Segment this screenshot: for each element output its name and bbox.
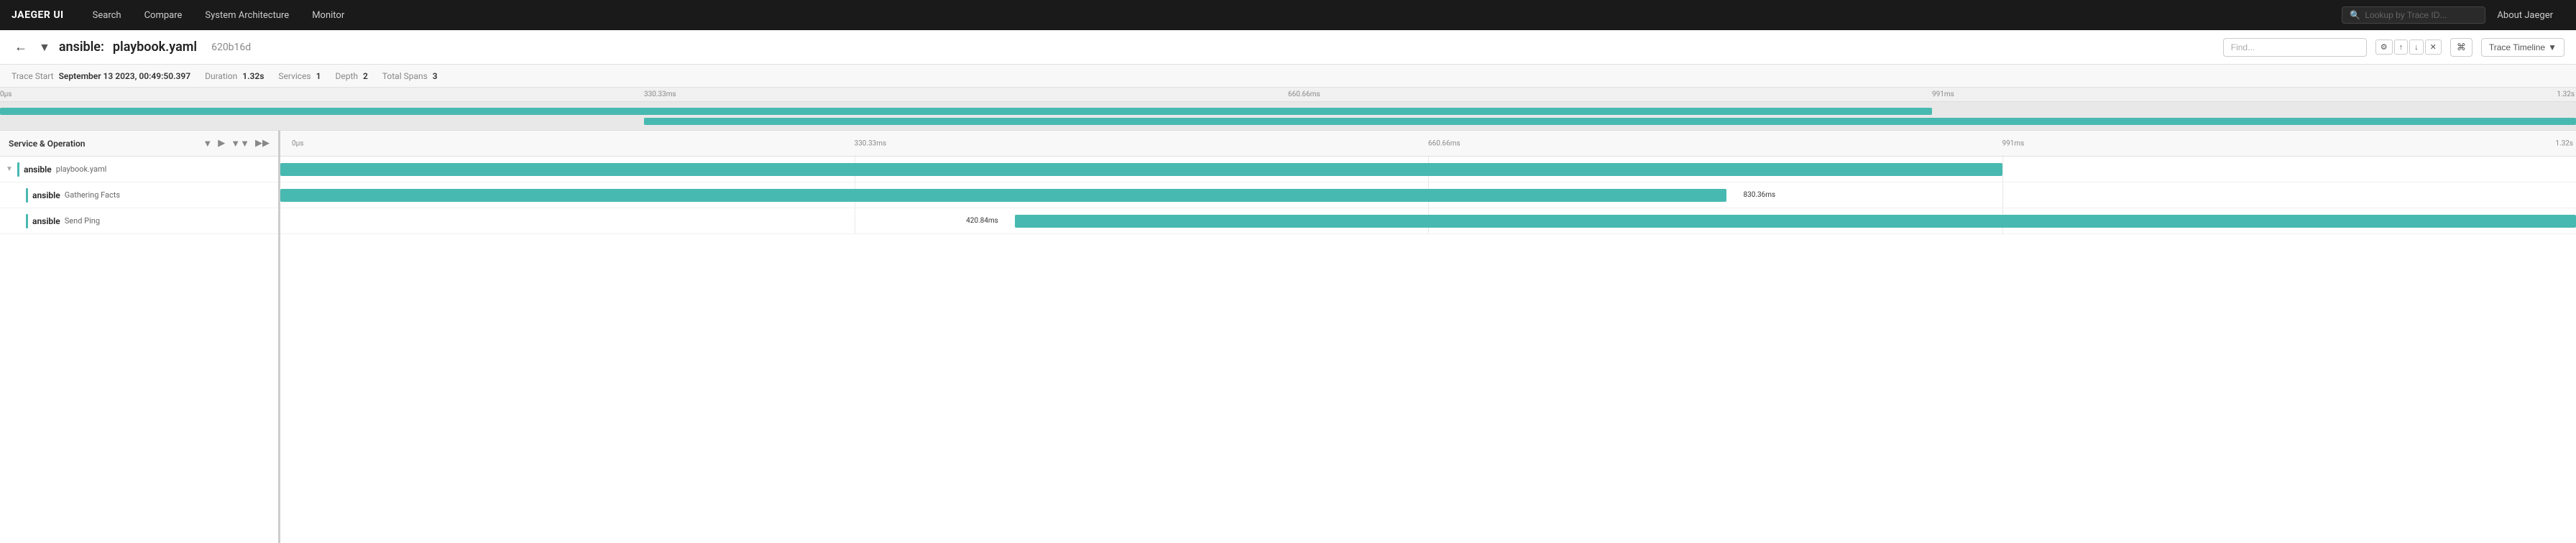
span-service-label: ansible xyxy=(32,216,60,226)
sort-asc-icon[interactable]: ▼ xyxy=(203,138,212,149)
span-operation-label: Gathering Facts xyxy=(65,190,120,200)
ruler-label-2: 660.66ms xyxy=(1288,90,1320,98)
span-color-bar xyxy=(17,162,19,177)
nav-arrows: ⚙ ↑ ↓ ✕ xyxy=(2375,40,2442,55)
collapse-icon[interactable]: ▼ xyxy=(39,40,50,55)
grid-line xyxy=(2002,157,2003,182)
trace-timeline-label: Trace Timeline xyxy=(2489,42,2545,52)
span-duration-label: 830.36ms xyxy=(1744,191,1776,199)
trace-depth: Depth 2 xyxy=(335,71,367,81)
span-color-bar xyxy=(26,214,28,228)
find-input[interactable] xyxy=(2223,38,2367,57)
time-label-3: 991ms xyxy=(2002,139,2025,147)
ruler-label-0: 0μs xyxy=(0,90,12,98)
trace-metadata: Trace Start September 13 2023, 00:49:50.… xyxy=(0,65,2576,88)
right-header: 0μs 330.33ms 660.66ms 991ms 1.32s xyxy=(280,131,2576,157)
span-color-bar xyxy=(26,188,28,203)
trace-duration: Duration 1.32s xyxy=(205,71,264,81)
nav-search[interactable]: Search xyxy=(81,0,133,30)
span-row[interactable]: ▼ ansible playbook.yaml xyxy=(0,157,278,182)
trace-header: ← ▼ ansible: playbook.yaml 620b16d ⚙ ↑ ↓… xyxy=(0,30,2576,65)
back-button[interactable]: ← xyxy=(12,37,30,57)
time-label-0: 0μs xyxy=(292,139,303,147)
span-operation-label: playbook.yaml xyxy=(56,164,107,174)
trace-id-lookup[interactable]: 🔍 xyxy=(2342,6,2485,24)
time-label-1: 330.33ms xyxy=(855,139,887,147)
trace-total-spans: Total Spans 3 xyxy=(382,71,438,81)
keyboard-shortcut-btn[interactable]: ⌘ xyxy=(2450,38,2472,57)
left-panel: Service & Operation ▼ ▶ ▼▼ ▶▶ ▼ ansible … xyxy=(0,131,280,543)
ruler-label-3: 991ms xyxy=(1932,90,1954,98)
time-label-4: 1.32s xyxy=(2555,139,2573,147)
trace-operation-name: playbook.yaml xyxy=(113,40,197,55)
search-icon: 🔍 xyxy=(2350,10,2360,20)
sort-desc-icon[interactable]: ▶ xyxy=(218,138,225,149)
trace-id: 620b16d xyxy=(211,42,251,53)
span-service-label: ansible xyxy=(24,164,52,175)
ruler-label-1: 330.33ms xyxy=(644,90,676,98)
overview-bar-1 xyxy=(644,118,2576,125)
expand-all-icon[interactable]: ▶▶ xyxy=(255,138,270,149)
span-row[interactable]: ansible Gathering Facts xyxy=(0,182,278,208)
keyboard-icon: ⌘ xyxy=(2457,42,2466,53)
prev-match-up[interactable]: ⚙ xyxy=(2375,40,2393,55)
right-span-row[interactable]: 830.36ms xyxy=(280,182,2576,208)
next-match[interactable]: ↓ xyxy=(2409,40,2424,55)
time-label-2: 660.66ms xyxy=(1428,139,1460,147)
left-panel-header: Service & Operation ▼ ▶ ▼▼ ▶▶ xyxy=(0,131,278,157)
collapse-all-icon[interactable]: ▼▼ xyxy=(231,138,249,149)
grid-line xyxy=(2002,182,2003,208)
overview-tracks xyxy=(0,102,2576,131)
close-find[interactable]: ✕ xyxy=(2425,40,2442,55)
nav-monitor[interactable]: Monitor xyxy=(300,0,356,30)
nav-system-architecture[interactable]: System Architecture xyxy=(193,0,300,30)
dropdown-icon: ▼ xyxy=(2548,42,2557,52)
overview-ruler: 0μs 330.33ms 660.66ms 991ms 1.32s xyxy=(0,88,2576,102)
nav-compare[interactable]: Compare xyxy=(133,0,194,30)
timeline-overview[interactable]: 0μs 330.33ms 660.66ms 991ms 1.32s xyxy=(0,88,2576,131)
span-bar xyxy=(280,163,2002,176)
span-row[interactable]: ansible Send Ping xyxy=(0,208,278,234)
span-duration-label: 420.84ms xyxy=(966,217,998,225)
trace-services: Services 1 xyxy=(278,71,321,81)
span-bar: 830.36ms xyxy=(280,189,1726,202)
span-service-label: ansible xyxy=(32,190,60,200)
service-operation-title: Service & Operation xyxy=(9,139,197,149)
right-span-row[interactable]: 420.84ms xyxy=(280,208,2576,234)
span-operation-label: Send Ping xyxy=(65,216,100,226)
nav-about[interactable]: About Jaeger xyxy=(2485,0,2564,30)
brand-logo: JAEGER UI xyxy=(12,9,64,21)
timeline-main: Service & Operation ▼ ▶ ▼▼ ▶▶ ▼ ansible … xyxy=(0,131,2576,543)
span-bar: 420.84ms xyxy=(1015,215,2576,228)
prev-match[interactable]: ↑ xyxy=(2394,40,2409,55)
trace-start: Trace Start September 13 2023, 00:49:50.… xyxy=(12,71,190,81)
top-navigation: JAEGER UI Search Compare System Architec… xyxy=(0,0,2576,30)
trace-timeline-dropdown[interactable]: Trace Timeline ▼ xyxy=(2481,38,2564,57)
right-panel: 0μs 330.33ms 660.66ms 991ms 1.32s 830.36… xyxy=(280,131,2576,543)
trace-service-name: ansible: xyxy=(59,40,104,55)
right-span-row[interactable] xyxy=(280,157,2576,182)
trace-id-input[interactable] xyxy=(2365,10,2478,20)
ruler-label-4: 1.32s xyxy=(2557,90,2575,98)
span-toggle-icon[interactable]: ▼ xyxy=(6,165,14,173)
overview-bar-0 xyxy=(0,108,1932,115)
